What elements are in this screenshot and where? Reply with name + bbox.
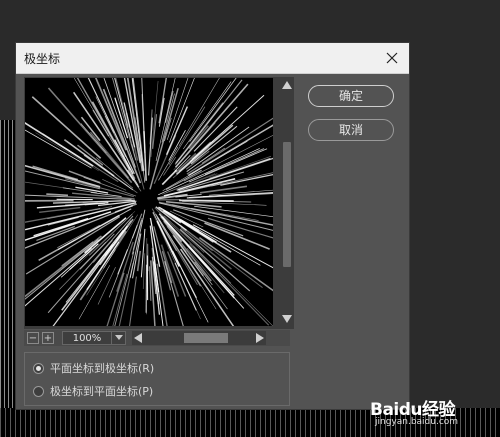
ok-button[interactable]: 确定: [308, 85, 394, 107]
ray: [194, 205, 305, 222]
dialog-title: 极坐标: [24, 52, 61, 66]
vertical-scroll-thumb[interactable]: [283, 142, 291, 267]
zoom-dropdown-button[interactable]: [112, 331, 126, 345]
ray: [32, 165, 79, 181]
ray: [183, 81, 232, 150]
ray: [110, 174, 134, 191]
ray: [149, 266, 152, 301]
chevron-down-icon: [114, 335, 123, 340]
scroll-up-icon: [282, 81, 292, 89]
zoom-level-field[interactable]: 100%: [62, 331, 112, 345]
ray: [0, 199, 74, 202]
radio-rect-to-polar[interactable]: [33, 362, 44, 374]
ray: [199, 185, 248, 194]
ray: [116, 241, 134, 292]
horizontal-scroll-thumb[interactable]: [184, 333, 228, 343]
zoom-out-icon: −: [28, 333, 38, 344]
scroll-down-icon: [282, 315, 292, 323]
close-button[interactable]: [381, 47, 403, 69]
conversion-options: 平面坐标到极坐标(R) 极坐标到平面坐标(P): [24, 352, 290, 406]
ray: [174, 83, 249, 168]
ray: [142, 253, 146, 289]
ray: [46, 193, 69, 197]
ray: [165, 169, 202, 191]
preview-panel: [0, 29, 333, 374]
zoom-in-icon: +: [43, 333, 53, 344]
watermark-url: jingyan.baidu.com: [375, 417, 459, 427]
cancel-button[interactable]: 取消: [308, 119, 394, 141]
preview-horizontal-scrollbar[interactable]: [132, 331, 266, 345]
scroll-left-icon[interactable]: [133, 333, 143, 343]
radio-polar-to-rect[interactable]: [33, 385, 44, 397]
ray: [161, 169, 178, 186]
ray: [35, 132, 99, 172]
option-label: 平面坐标到极坐标(R): [50, 362, 155, 375]
ray: [36, 202, 109, 209]
zoom-in-button[interactable]: +: [42, 332, 54, 344]
ray: [80, 123, 107, 154]
ray: [39, 206, 81, 213]
zoom-out-button[interactable]: −: [27, 332, 39, 344]
preview-vertical-scrollbar[interactable]: [280, 77, 294, 329]
ray: [99, 273, 128, 374]
starburst-rays: [0, 29, 333, 374]
option-label: 极坐标到平面坐标(P): [50, 385, 154, 398]
ray: [136, 250, 142, 272]
scroll-up-button[interactable]: [281, 79, 293, 91]
ray: [190, 125, 238, 165]
close-icon: [386, 52, 398, 64]
zoom-bar: − + 100%: [24, 330, 290, 346]
scroll-right-icon[interactable]: [255, 333, 265, 343]
preview-image[interactable]: [0, 29, 333, 374]
ray: [78, 265, 111, 320]
baidu-watermark: Baidu经验 jingyan.baidu.com: [370, 395, 490, 429]
ray: [189, 243, 270, 326]
workspace-background: [409, 120, 500, 408]
scroll-down-button[interactable]: [281, 313, 293, 325]
polar-coordinates-dialog: 极坐标 − + 100% 确定 取消 平面坐标到极坐标(R) 极坐标到平面坐标(…: [0, 29, 410, 410]
dialog-titlebar: 极坐标: [16, 43, 409, 74]
ray: [57, 224, 100, 249]
option-polar-to-rect[interactable]: 极坐标到平面坐标(P): [33, 383, 153, 399]
option-rect-to-polar[interactable]: 平面坐标到极坐标(R): [33, 360, 154, 376]
